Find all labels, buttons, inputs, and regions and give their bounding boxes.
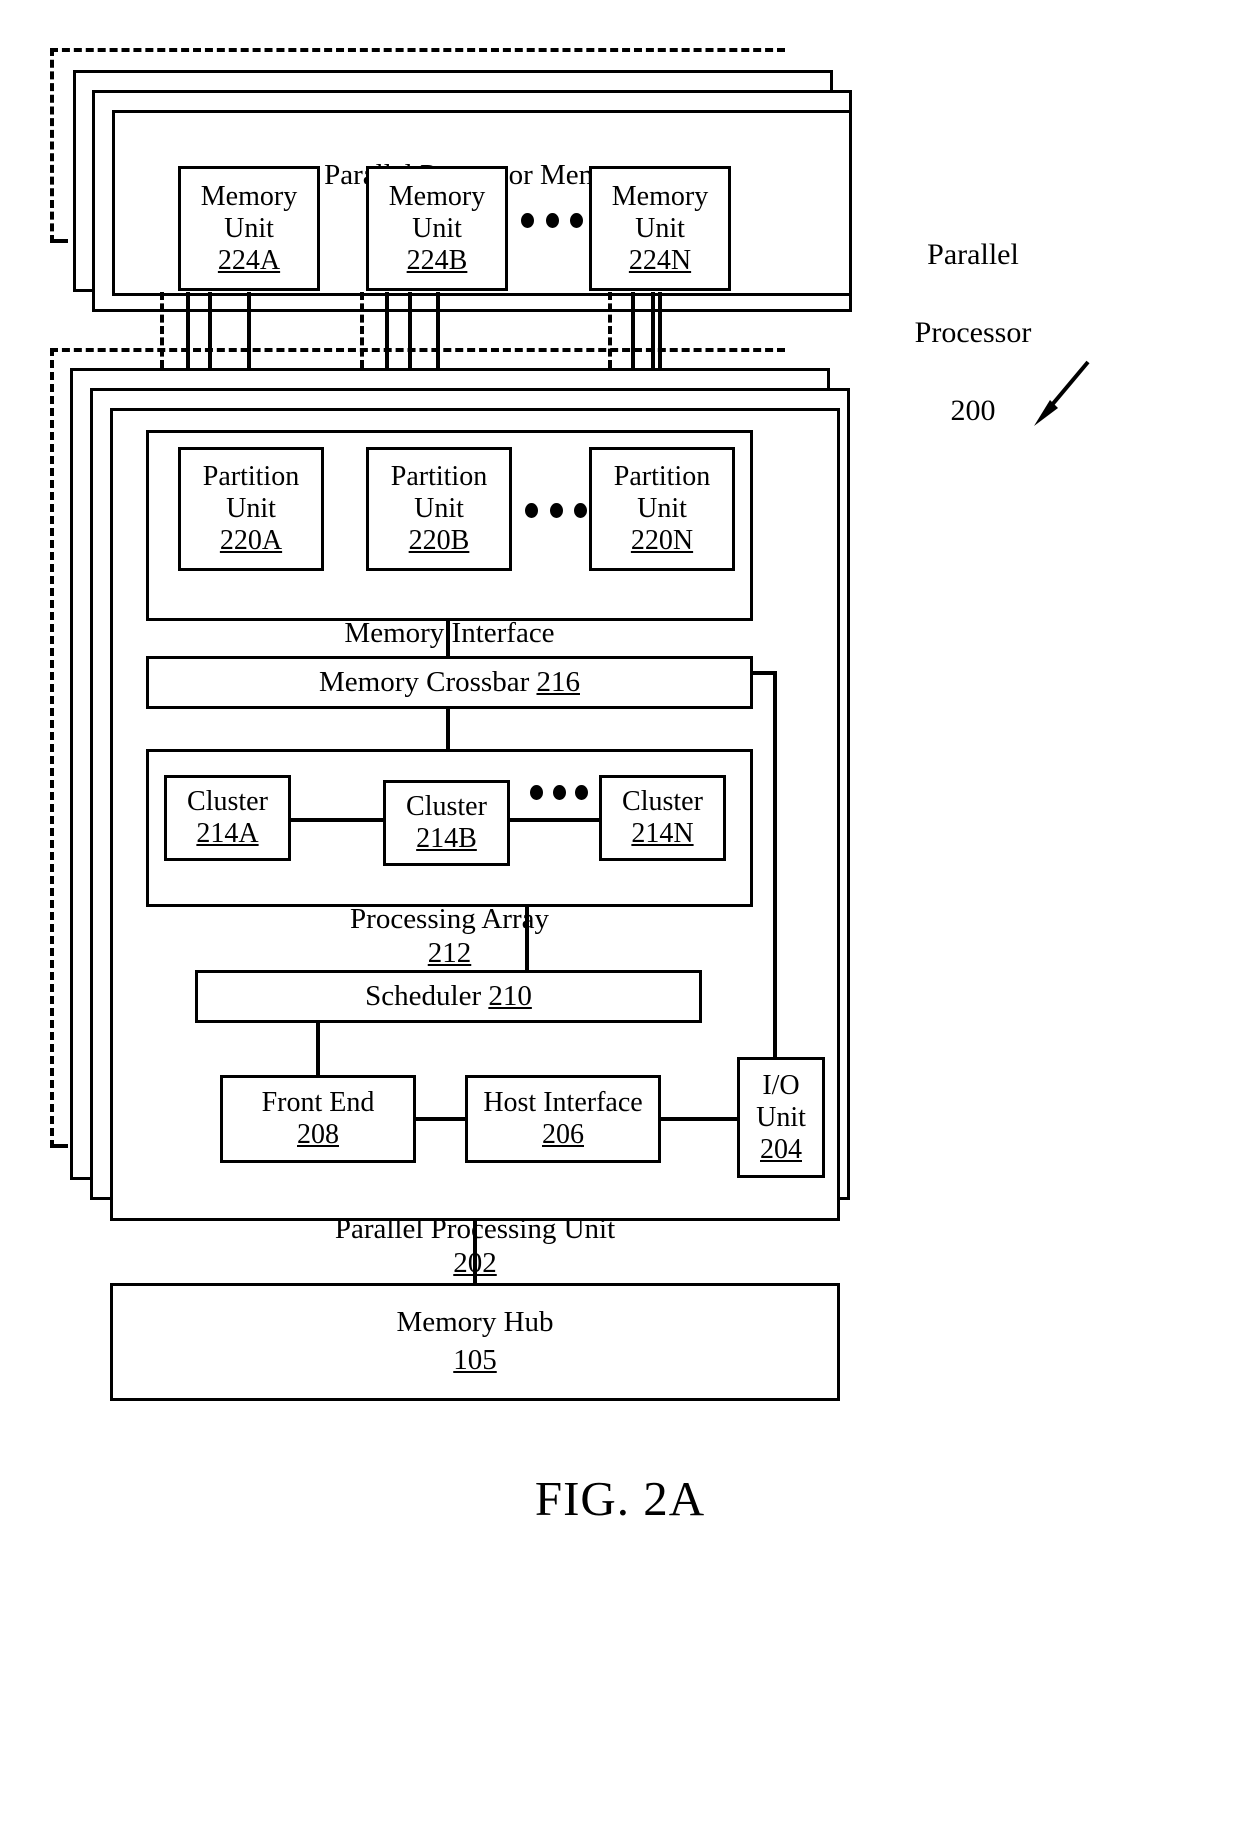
partition-unit-220a-line2: Unit: [226, 493, 276, 524]
ppu-stack-dashed-foot: [50, 1144, 68, 1148]
partition-unit-220b: Partition Unit 220B: [366, 447, 512, 571]
link-host-to-io: [661, 1117, 737, 1121]
partition-unit-220b-ref: 220B: [408, 525, 470, 556]
front-end-text: Front End: [261, 1087, 375, 1118]
partition-unit-220b-line1: Partition: [390, 461, 488, 492]
host-interface-ref: 206: [542, 1119, 584, 1150]
ppu-stack-dashed-top: [50, 348, 785, 352]
scheduler-box: Scheduler 210: [195, 970, 702, 1023]
cluster-214b: Cluster 214B: [383, 780, 510, 866]
partition-unit-220n-ref: 220N: [630, 525, 694, 556]
io-unit-line1: I/O: [762, 1069, 800, 1101]
link-scheduler-to-frontend: [316, 1023, 320, 1075]
host-interface-box: Host Interface 206: [465, 1075, 661, 1163]
partition-unit-220n: Partition Unit 220N: [589, 447, 735, 571]
cluster-214n-line1: Cluster: [622, 786, 703, 817]
front-end-ref: 208: [297, 1119, 339, 1150]
figure-caption: FIG. 2A: [534, 1471, 706, 1526]
memory-hub-text: Memory Hub: [396, 1306, 554, 1339]
figure-canvas: Parallel Processor Memory 222 Memory Uni…: [0, 0, 1240, 1827]
memory-stack-dashed-top: [50, 48, 785, 52]
parallel-processor-callout-line1: Parallel: [927, 238, 1019, 271]
link-frontend-to-host: [416, 1117, 465, 1121]
ppu-stack-dashed-left: [50, 348, 54, 1148]
scheduler-label: Scheduler 210: [365, 980, 532, 1013]
cluster-214a-ref: 214A: [196, 818, 259, 849]
parallel-processor-callout-line3: 200: [950, 394, 996, 427]
clusters-ellipsis: [530, 785, 588, 800]
memory-unit-224b-ref: 224B: [406, 244, 468, 276]
parallel-processor-callout-arrow: [1034, 360, 1090, 426]
memory-units-ellipsis: [521, 213, 583, 228]
cluster-214n-ref: 214N: [631, 818, 694, 849]
memory-unit-224a-line2: Unit: [224, 212, 274, 244]
memory-hub-ref: 105: [453, 1344, 497, 1376]
cluster-214n: Cluster 214N: [599, 775, 726, 861]
link-array-to-scheduler: [525, 907, 529, 970]
memory-crossbar-label: Memory Crossbar 216: [319, 666, 580, 699]
memory-stack-dashed-foot: [50, 239, 68, 243]
host-interface-text: Host Interface: [483, 1087, 643, 1118]
link-cluster-a-to-b: [291, 818, 383, 822]
memory-unit-224n-line1: Memory: [611, 180, 709, 212]
memory-stack-dashed-left: [50, 48, 54, 243]
parallel-processor-callout-line2: Processor: [914, 316, 1032, 349]
partition-unit-220a-ref: 220A: [219, 525, 283, 556]
scheduler-text: Scheduler: [365, 980, 482, 1012]
memory-crossbar-box: Memory Crossbar 216: [146, 656, 753, 709]
memory-unit-224b-line2: Unit: [412, 212, 462, 244]
partition-unit-220a: Partition Unit 220A: [178, 447, 324, 571]
memory-unit-224b: Memory Unit 224B: [366, 166, 508, 291]
partition-units-ellipsis: [525, 503, 587, 518]
memory-unit-224b-line1: Memory: [388, 180, 486, 212]
memory-unit-224a-ref: 224A: [217, 244, 281, 276]
memory-unit-224n-ref: 224N: [628, 244, 692, 276]
cluster-214b-ref: 214B: [416, 823, 477, 854]
crossbar-right-rail-v: [773, 671, 777, 1117]
cluster-214b-line1: Cluster: [406, 791, 487, 822]
link-crossbar-to-array: [446, 709, 450, 749]
partition-unit-220b-line2: Unit: [414, 493, 464, 524]
scheduler-ref: 210: [488, 980, 532, 1012]
front-end-box: Front End 208: [220, 1075, 416, 1163]
memory-unit-224a: Memory Unit 224A: [178, 166, 320, 291]
link-ppu-to-memory-hub: [473, 1221, 477, 1283]
cluster-214a-line1: Cluster: [187, 786, 268, 817]
io-unit-ref: 204: [760, 1133, 802, 1165]
partition-unit-220n-line1: Partition: [613, 461, 711, 492]
link-interface-to-crossbar: [446, 621, 450, 656]
processing-array-title: Processing Array 212: [146, 868, 753, 971]
memory-unit-224n-line2: Unit: [635, 212, 685, 244]
memory-unit-224a-line1: Memory: [200, 180, 298, 212]
processing-array-title-text: Processing Array: [350, 903, 549, 936]
partition-unit-220n-line2: Unit: [637, 493, 687, 524]
io-unit-box: I/O Unit 204: [737, 1057, 825, 1178]
memory-unit-224n: Memory Unit 224N: [589, 166, 731, 291]
memory-crossbar-ref: 216: [536, 666, 580, 698]
memory-crossbar-text: Memory Crossbar: [319, 666, 530, 698]
link-cluster-b-to-n: [510, 818, 599, 822]
processing-array-title-ref: 212: [427, 937, 472, 970]
cluster-214a: Cluster 214A: [164, 775, 291, 861]
partition-unit-220a-line1: Partition: [202, 461, 300, 492]
memory-hub-box: Memory Hub 105: [110, 1283, 840, 1401]
io-unit-line2: Unit: [756, 1101, 806, 1133]
